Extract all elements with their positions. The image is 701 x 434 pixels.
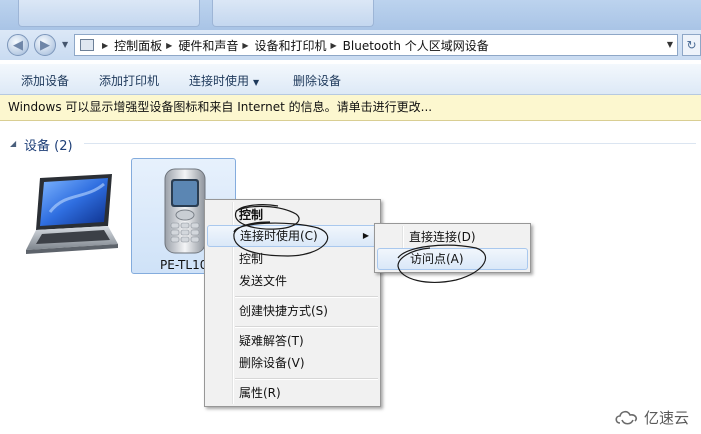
info-bar[interactable]: Windows 可以显示增强型设备图标和来自 Internet 的信息。请单击进… — [0, 95, 701, 121]
menu-item-label: 属性(R) — [239, 386, 281, 400]
chevron-right-icon[interactable]: ▶ — [242, 41, 248, 50]
submenu-arrow-icon: ▶ — [362, 231, 369, 240]
menu-item-create-shortcut[interactable]: 创建快捷方式(S) — [207, 300, 378, 322]
add-printer-button[interactable]: 添加打印机 — [99, 72, 159, 89]
address-row: ◀ ▶ ▼ ▶ 控制面板 ▶ 硬件和声音 ▶ 设备和打印机 ▶ Bluetoot… — [0, 30, 701, 60]
group-divider — [84, 143, 696, 144]
connect-using-submenu: 直接连接(D) 访问点(A) — [374, 223, 531, 273]
devices-group-title[interactable]: 设备 (2) — [24, 135, 73, 154]
connect-using-label: 连接时使用 — [189, 74, 250, 88]
background-tab[interactable] — [18, 0, 200, 27]
cloud-logo-icon — [615, 410, 637, 425]
menu-item-label: 删除设备(V) — [239, 356, 305, 370]
window-title-strip — [0, 0, 701, 30]
command-toolbar: 添加设备 添加打印机 连接时使用 ▼ 删除设备 — [0, 64, 701, 95]
submenu-item-access-point[interactable]: 访问点(A) — [377, 248, 528, 270]
connect-using-button[interactable]: 连接时使用 ▼ — [189, 72, 259, 89]
control-panel-icon — [80, 39, 94, 51]
menu-item-send-file[interactable]: 发送文件 — [207, 270, 378, 292]
menu-separator — [235, 296, 378, 298]
breadcrumb-bluetooth-pan[interactable]: Bluetooth 个人区域网设备 — [343, 37, 489, 54]
menu-separator — [235, 326, 378, 328]
menu-item-connect-using[interactable]: 连接时使用(C) ▶ — [207, 225, 378, 247]
menu-item-label: 创建快捷方式(S) — [239, 304, 328, 318]
back-arrow-icon: ◀ — [13, 37, 23, 53]
chevron-right-icon[interactable]: ▶ — [102, 41, 108, 50]
menu-item-properties[interactable]: 属性(R) — [207, 382, 378, 404]
breadcrumb-devices-printers[interactable]: 设备和打印机 — [255, 37, 327, 54]
address-bar[interactable]: ▶ 控制面板 ▶ 硬件和声音 ▶ 设备和打印机 ▶ Bluetooth 个人区域… — [74, 34, 678, 56]
watermark: 亿速云 — [614, 407, 689, 428]
menu-separator — [235, 378, 378, 380]
menu-item-label: 发送文件 — [239, 274, 288, 288]
phone-device-label: PE-TL10 — [160, 258, 208, 272]
breadcrumb-control-panel[interactable]: 控制面板 — [114, 37, 162, 54]
device-context-menu: 控制 连接时使用(C) ▶ 控制 发送文件 创建快捷方式(S) 疑难解答(T) 删… — [204, 199, 381, 407]
add-device-button[interactable]: 添加设备 — [21, 72, 69, 89]
breadcrumb-hardware-sound[interactable]: 硬件和声音 — [178, 37, 238, 54]
menu-item-label: 直接连接(D) — [409, 230, 476, 244]
menu-item-label: 控制 — [239, 252, 264, 266]
menu-item-control[interactable]: 控制 — [207, 248, 378, 270]
chevron-right-icon[interactable]: ▶ — [166, 41, 172, 50]
active-tab[interactable] — [212, 0, 374, 27]
refresh-button[interactable]: ↻ — [682, 34, 701, 56]
remove-device-button[interactable]: 删除设备 — [293, 72, 341, 89]
menu-item-label: 控制 — [239, 208, 264, 222]
laptop-device-icon[interactable] — [20, 172, 120, 268]
history-dropdown-icon[interactable]: ▼ — [62, 40, 68, 49]
dropdown-arrow-icon: ▼ — [253, 78, 260, 87]
menu-item-control-default[interactable]: 控制 — [207, 204, 378, 226]
address-dropdown-icon[interactable]: ▼ — [667, 40, 673, 49]
collapse-group-icon[interactable]: ◢ — [10, 139, 16, 148]
forward-arrow-icon: ▶ — [40, 37, 50, 53]
chevron-right-icon[interactable]: ▶ — [331, 41, 337, 50]
menu-item-remove-device[interactable]: 删除设备(V) — [207, 352, 378, 374]
mobile-phone-icon — [164, 168, 206, 254]
refresh-icon: ↻ — [686, 38, 697, 52]
menu-item-label: 连接时使用(C) — [240, 229, 318, 243]
menu-item-troubleshoot[interactable]: 疑难解答(T) — [207, 330, 378, 352]
submenu-item-direct-connect[interactable]: 直接连接(D) — [377, 226, 528, 248]
menu-item-label: 访问点(A) — [410, 252, 464, 266]
back-button[interactable]: ◀ — [7, 34, 29, 56]
watermark-text: 亿速云 — [643, 409, 689, 427]
menu-item-label: 疑难解答(T) — [239, 334, 304, 348]
forward-button[interactable]: ▶ — [34, 34, 56, 56]
